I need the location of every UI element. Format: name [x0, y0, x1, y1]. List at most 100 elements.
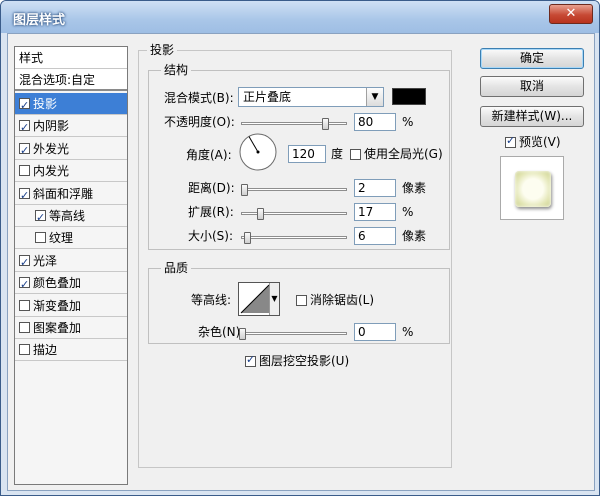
chevron-down-icon: ▼ — [366, 88, 383, 106]
style-item-label: 投影 — [33, 97, 58, 111]
style-item-checkbox[interactable] — [19, 185, 30, 207]
knockout-checkbox[interactable] — [245, 353, 256, 367]
style-item-label: 外发光 — [33, 141, 70, 156]
spread-slider-thumb[interactable] — [256, 208, 264, 220]
opacity-slider[interactable] — [241, 118, 347, 130]
shadow-color-swatch[interactable] — [392, 88, 426, 105]
ok-button[interactable]: 确定 — [480, 48, 584, 69]
contour-picker[interactable]: ▼ — [238, 282, 280, 316]
style-item-label: 图案叠加 — [33, 321, 82, 335]
style-item-label: 颜色叠加 — [33, 276, 82, 291]
spread-input[interactable]: 17 — [354, 203, 396, 221]
style-preview — [500, 156, 564, 220]
style-item-checkbox[interactable] — [19, 117, 30, 139]
styles-header-label: 样式 — [19, 51, 44, 65]
distance-input[interactable]: 2 — [354, 179, 396, 197]
angle-input[interactable]: 120 — [288, 145, 326, 163]
style-item-checkbox[interactable] — [35, 232, 46, 244]
window-title: 图层样式 — [13, 13, 66, 28]
styles-list: 样式 混合选项:自定 投影内阴影外发光内发光斜面和浮雕等高线纹理光泽颜色叠加渐变… — [14, 46, 128, 485]
style-item[interactable]: 图案叠加 — [15, 317, 127, 339]
opacity-input[interactable]: 80 — [354, 113, 396, 131]
style-item[interactable]: 内阴影 — [15, 115, 127, 139]
opacity-slider-thumb[interactable] — [322, 118, 330, 130]
opacity-label: 不透明度(O): — [164, 115, 235, 129]
style-item-checkbox[interactable] — [19, 274, 30, 296]
style-item-label: 描边 — [33, 343, 58, 358]
style-item-label: 内阴影 — [33, 119, 70, 134]
size-label: 大小(S): — [188, 229, 234, 243]
knockout-label[interactable]: 图层挖空投影(U) — [259, 352, 349, 370]
close-icon: ✕ — [565, 6, 577, 21]
quality-title: 品质 — [161, 261, 192, 275]
noise-slider-thumb[interactable] — [239, 328, 246, 340]
style-item[interactable]: 颜色叠加 — [15, 272, 127, 296]
size-unit: 像素 — [402, 229, 427, 243]
drop-shadow-title: 投影 — [147, 43, 178, 57]
spread-unit: % — [402, 205, 414, 219]
spread-slider[interactable] — [241, 208, 347, 220]
close-button[interactable]: ✕ — [549, 4, 593, 24]
style-item-checkbox[interactable] — [19, 344, 30, 356]
style-item-checkbox[interactable] — [19, 95, 30, 117]
distance-slider[interactable] — [241, 184, 347, 196]
size-input[interactable]: 6 — [354, 227, 396, 245]
style-item[interactable]: 内发光 — [15, 160, 127, 183]
noise-input[interactable]: 0 — [354, 323, 396, 341]
noise-slider[interactable] — [239, 328, 347, 340]
style-item-label: 内发光 — [33, 164, 70, 179]
style-item-label: 光泽 — [33, 253, 58, 268]
preview-label[interactable]: 预览(V) — [519, 133, 561, 151]
styles-list-header[interactable]: 样式 — [15, 47, 127, 69]
blending-options-item[interactable]: 混合选项:自定 — [15, 69, 127, 91]
size-slider-thumb[interactable] — [244, 232, 252, 244]
new-style-button[interactable]: 新建样式(W)... — [480, 106, 584, 127]
structure-title: 结构 — [161, 63, 192, 77]
dialog-body: 样式 混合选项:自定 投影内阴影外发光内发光斜面和浮雕等高线纹理光泽颜色叠加渐变… — [7, 33, 595, 491]
noise-unit: % — [402, 325, 414, 339]
style-item[interactable]: 光泽 — [15, 250, 127, 274]
angle-unit: 度 — [331, 147, 344, 161]
opacity-unit: % — [402, 115, 414, 129]
style-item[interactable]: 外发光 — [15, 138, 127, 162]
distance-slider-thumb[interactable] — [241, 184, 249, 196]
title-bar[interactable]: 图层样式 ✕ — [1, 1, 599, 33]
style-item-label: 纹理 — [49, 231, 74, 246]
distance-unit: 像素 — [402, 181, 427, 195]
style-item-checkbox[interactable] — [19, 140, 30, 162]
anti-alias-label[interactable]: 消除锯齿(L) — [310, 291, 374, 309]
preview-swatch — [515, 171, 551, 207]
blend-mode-value: 正片叠底 — [243, 90, 292, 104]
style-item-label: 等高线 — [49, 209, 86, 223]
style-item-checkbox[interactable] — [35, 207, 46, 229]
angle-dial[interactable] — [237, 131, 279, 173]
style-item[interactable]: 渐变叠加 — [15, 295, 127, 317]
global-light-label[interactable]: 使用全局光(G) — [364, 145, 443, 163]
distance-label: 距离(D): — [188, 181, 235, 195]
blend-mode-label: 混合模式(B): — [164, 91, 234, 105]
style-item-label: 渐变叠加 — [33, 298, 82, 313]
contour-label: 等高线: — [191, 293, 232, 307]
anti-alias-checkbox[interactable] — [296, 295, 307, 306]
blending-options-label: 混合选项:自定 — [19, 73, 96, 87]
style-item-checkbox[interactable] — [19, 299, 30, 311]
style-item[interactable]: 描边 — [15, 339, 127, 362]
cancel-button[interactable]: 取消 — [480, 76, 584, 97]
spread-label: 扩展(R): — [188, 205, 234, 219]
style-item-checkbox[interactable] — [19, 322, 30, 333]
style-item-label: 斜面和浮雕 — [33, 186, 94, 201]
angle-label: 角度(A): — [186, 148, 232, 162]
layer-style-dialog: 图层样式 ✕ 样式 混合选项:自定 投影内阴影外发光内发光斜面和浮雕等高线纹理光… — [0, 0, 600, 496]
global-light-checkbox[interactable] — [350, 149, 361, 160]
preview-checkbox[interactable] — [505, 134, 516, 148]
noise-label: 杂色(N): — [198, 325, 245, 339]
size-slider[interactable] — [241, 232, 347, 244]
style-item[interactable]: 斜面和浮雕 — [15, 183, 127, 207]
style-item-checkbox[interactable] — [19, 165, 30, 177]
style-item[interactable]: 纹理 — [15, 227, 127, 250]
style-item-checkbox[interactable] — [19, 252, 30, 274]
blend-mode-select[interactable]: 正片叠底 ▼ — [238, 87, 384, 107]
style-item[interactable]: 投影 — [15, 93, 127, 117]
style-item[interactable]: 等高线 — [15, 205, 127, 229]
chevron-down-icon[interactable]: ▼ — [269, 283, 279, 315]
